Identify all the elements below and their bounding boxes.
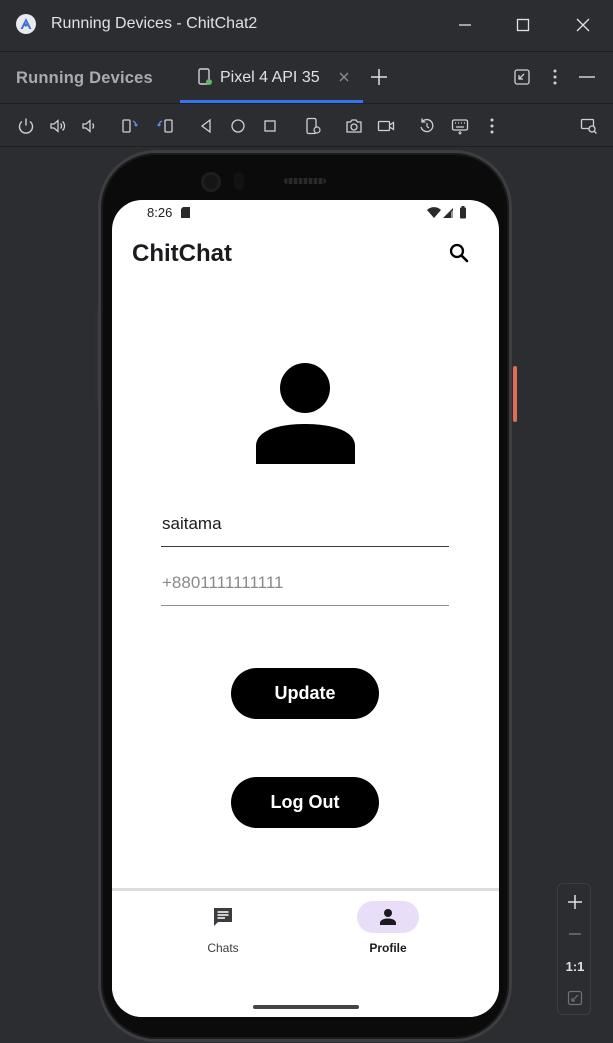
app-title: ChitChat — [132, 240, 232, 267]
options-icon[interactable] — [546, 68, 564, 86]
logout-button[interactable]: Log Out — [231, 777, 379, 828]
device-settings-icon[interactable] — [304, 117, 322, 135]
zoom-ratio-label: 1:1 — [565, 958, 585, 974]
earpiece-speaker — [284, 178, 326, 184]
name-field[interactable] — [161, 507, 449, 547]
zoom-out-button[interactable] — [558, 920, 592, 948]
update-button[interactable]: Update — [231, 668, 379, 719]
profile-avatar-icon — [256, 363, 355, 464]
zoom-inspect-icon[interactable] — [580, 117, 598, 135]
phone-number-field[interactable] — [161, 566, 449, 606]
nav-indicator-chats — [192, 901, 254, 933]
zoom-actual-size-button[interactable]: 1:1 — [558, 952, 592, 980]
chat-icon — [214, 908, 232, 926]
phone-screen[interactable]: 8:26 ChitChat Update Log Out — [112, 200, 499, 1017]
status-icons — [427, 206, 466, 219]
tool-window-header: Running Devices Pixel 4 API 35 — [0, 51, 613, 103]
rotate-left-icon[interactable] — [121, 117, 139, 135]
nav-indicator-profile — [357, 901, 419, 933]
android-studio-logo-icon — [16, 14, 36, 34]
nav-label-chats: Chats — [207, 941, 239, 955]
device-icon — [198, 68, 212, 85]
device-tab[interactable]: Pixel 4 API 35 — [180, 52, 363, 103]
device-tab-label: Pixel 4 API 35 — [220, 69, 320, 86]
status-bar: 8:26 — [112, 200, 499, 226]
close-tab-icon[interactable] — [338, 71, 350, 83]
name-input[interactable] — [161, 507, 449, 546]
person-icon — [380, 909, 396, 925]
volume-up-icon[interactable] — [49, 117, 67, 135]
sd-card-icon — [181, 207, 190, 218]
search-icon[interactable] — [448, 242, 470, 264]
screenshot-icon[interactable] — [345, 117, 363, 135]
home-icon[interactable] — [229, 117, 247, 135]
keyboard-icon[interactable] — [451, 117, 469, 135]
power-icon[interactable] — [17, 117, 35, 135]
screen-record-icon[interactable] — [377, 117, 395, 135]
close-window-button[interactable] — [570, 12, 596, 38]
minimize-window-button[interactable] — [452, 12, 478, 38]
fit-screen-icon — [567, 990, 583, 1006]
zoom-out-icon — [569, 933, 581, 935]
maximize-window-button[interactable] — [510, 12, 536, 38]
zoom-in-button[interactable] — [558, 888, 592, 916]
bottom-navigation: Chats Profile — [112, 888, 499, 1017]
overview-icon[interactable] — [261, 117, 279, 135]
phone-power-button — [513, 366, 517, 422]
title-bar: Running Devices - ChitChat2 — [0, 0, 613, 50]
more-icon[interactable] — [483, 117, 501, 135]
proximity-sensor — [234, 172, 244, 190]
zoom-controls: 1:1 — [557, 883, 591, 1015]
nav-label-profile: Profile — [369, 941, 407, 955]
phone-number-input[interactable] — [161, 566, 449, 605]
rotate-right-icon[interactable] — [156, 117, 174, 135]
volume-down-icon[interactable] — [80, 117, 98, 135]
gesture-navigation-bar[interactable] — [253, 1005, 359, 1009]
back-icon[interactable] — [197, 117, 215, 135]
battery-icon — [460, 207, 466, 219]
wifi-icon — [427, 207, 441, 218]
front-camera-icon — [201, 172, 221, 192]
zoom-fit-button[interactable] — [558, 984, 592, 1012]
status-time: 8:26 — [147, 205, 173, 220]
nav-item-profile[interactable]: Profile — [347, 901, 427, 961]
hide-panel-icon[interactable] — [578, 68, 596, 86]
reset-icon[interactable] — [418, 117, 436, 135]
window-title: Running Devices - ChitChat2 — [51, 15, 258, 32]
detach-icon[interactable] — [513, 68, 531, 86]
nav-item-chats[interactable]: Chats — [182, 901, 262, 961]
zoom-in-icon — [568, 895, 582, 909]
tool-window-title: Running Devices — [16, 69, 153, 87]
add-tab-icon[interactable] — [370, 68, 388, 86]
device-toolbar — [0, 103, 613, 147]
